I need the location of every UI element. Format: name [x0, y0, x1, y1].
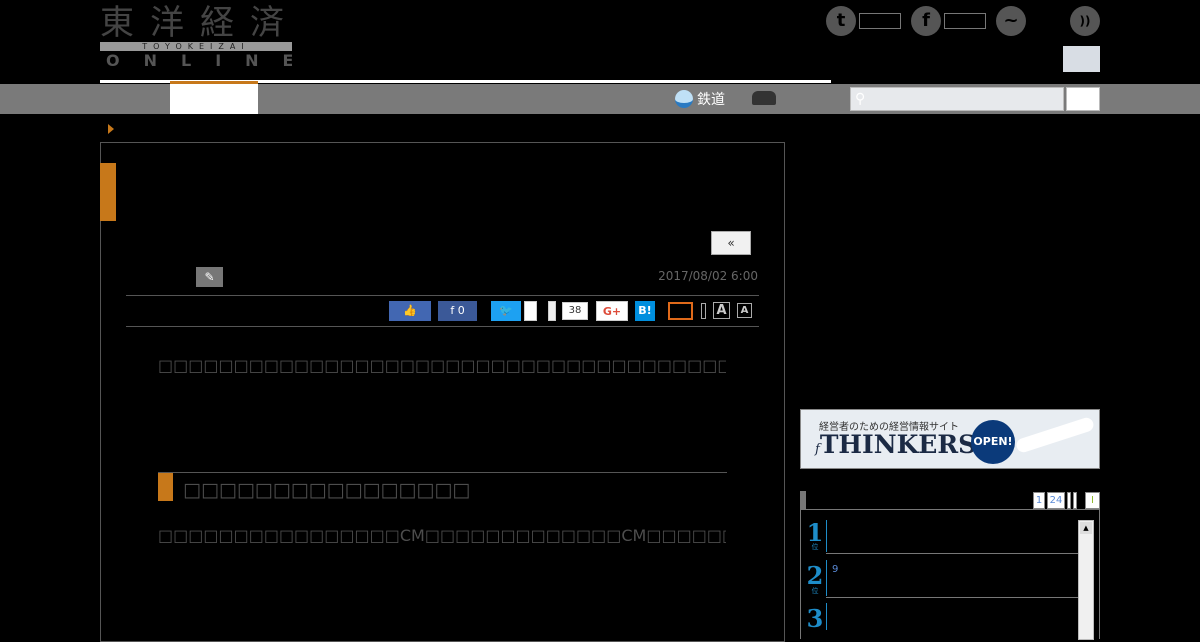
car-icon[interactable]	[752, 91, 776, 105]
ranking-tab-month[interactable]	[1073, 492, 1077, 509]
mail-icon[interactable]	[668, 302, 693, 320]
rank-divider	[826, 560, 827, 596]
messenger-icon[interactable]: ~	[996, 6, 1026, 36]
prev-page-button[interactable]: «	[711, 231, 751, 255]
nav-item-rail[interactable]: 鉄道	[675, 88, 725, 110]
rank-separator	[826, 597, 1078, 598]
section-heading: □□□□□□□□□□□□□□□□	[183, 479, 471, 501]
logo-online: ONLINE	[106, 52, 292, 70]
login-button[interactable]	[1063, 46, 1100, 72]
article-paragraph: □□□□□□□□□□□□□□□□CM□□□□□□□□□□□□□CM□□□□□□□…	[158, 526, 726, 545]
facebook-like-count	[944, 13, 986, 29]
thinkers-banner[interactable]: 経営者のための経営情報サイト fTHINKERS OPEN!	[800, 409, 1100, 469]
heading-rule	[158, 472, 727, 473]
logo-subtitle: TOYOKEIZAI	[100, 42, 292, 51]
twitter-follow-count	[859, 13, 901, 29]
airplane-icon	[1014, 415, 1096, 455]
rank-divider	[826, 603, 827, 630]
twitter-share-count	[524, 301, 537, 321]
title-accent-bar	[100, 163, 116, 221]
pocket-button[interactable]	[548, 301, 556, 321]
ranking-tab-week[interactable]	[1067, 492, 1071, 509]
facebook-like-button[interactable]: 👍	[389, 301, 431, 321]
rank-number: 2	[806, 561, 824, 590]
hatena-bookmark-button[interactable]: B!	[635, 301, 655, 321]
facebook-icon[interactable]: f	[911, 6, 941, 36]
ranking-scrollbar[interactable]	[1078, 520, 1094, 640]
facebook-share-button[interactable]: f 0	[438, 301, 477, 321]
twitter-icon[interactable]: t	[826, 6, 856, 36]
rank-suffix: 位	[811, 587, 819, 595]
rss-icon[interactable]: ))	[1070, 6, 1100, 36]
share-top-rule	[126, 295, 759, 296]
site-logo[interactable]: 東洋経済	[100, 4, 292, 42]
ranking-head-marker	[800, 491, 806, 509]
twitter-share-button[interactable]: 🐦	[491, 301, 521, 321]
share-bottom-rule	[126, 326, 759, 327]
print-button[interactable]	[701, 303, 706, 319]
train-icon	[675, 90, 693, 108]
ranking-tab-more[interactable]: I	[1085, 492, 1100, 509]
facebook-share-count: 0	[457, 304, 465, 317]
nav-tab-active[interactable]	[170, 84, 258, 114]
font-size-large-button[interactable]: A	[713, 302, 730, 319]
heading-accent-bar	[158, 473, 173, 501]
font-size-small-button[interactable]: A	[737, 303, 752, 318]
nav-item-rail-label: 鉄道	[697, 92, 725, 108]
search-icon: ⚲	[855, 91, 866, 107]
rank-item-text[interactable]: 9	[832, 564, 838, 575]
author-icon[interactable]: ✎	[196, 267, 223, 287]
share-count: 38	[562, 302, 588, 320]
ranking-list	[800, 509, 1100, 639]
banner-logo: fTHINKERS	[815, 430, 977, 459]
article-paragraph: □□□□□□□□□□□□□□□□□□□□□□□□□□□□□□□□□□□□□□□□…	[158, 356, 726, 375]
rank-number: 3	[806, 604, 824, 633]
rank-divider	[826, 520, 827, 552]
rank-separator	[826, 553, 1078, 554]
ranking-tab-24h[interactable]: 24	[1047, 492, 1065, 509]
ranking-tab-1h[interactable]: 1	[1033, 492, 1045, 509]
rank-suffix: 位	[811, 543, 819, 551]
search-input[interactable]	[850, 87, 1064, 111]
facebook-share-icon: f	[450, 304, 458, 317]
scroll-up-icon[interactable]: ▲	[1080, 522, 1092, 534]
breadcrumb-arrow-icon	[108, 124, 114, 134]
banner-open-badge: OPEN!	[971, 420, 1015, 464]
search-button[interactable]	[1066, 87, 1100, 111]
googleplus-share-button[interactable]: G+	[596, 301, 628, 321]
article-date: 2017/08/02 6:00	[658, 269, 758, 283]
banner-logo-text: THINKERS	[819, 430, 977, 459]
